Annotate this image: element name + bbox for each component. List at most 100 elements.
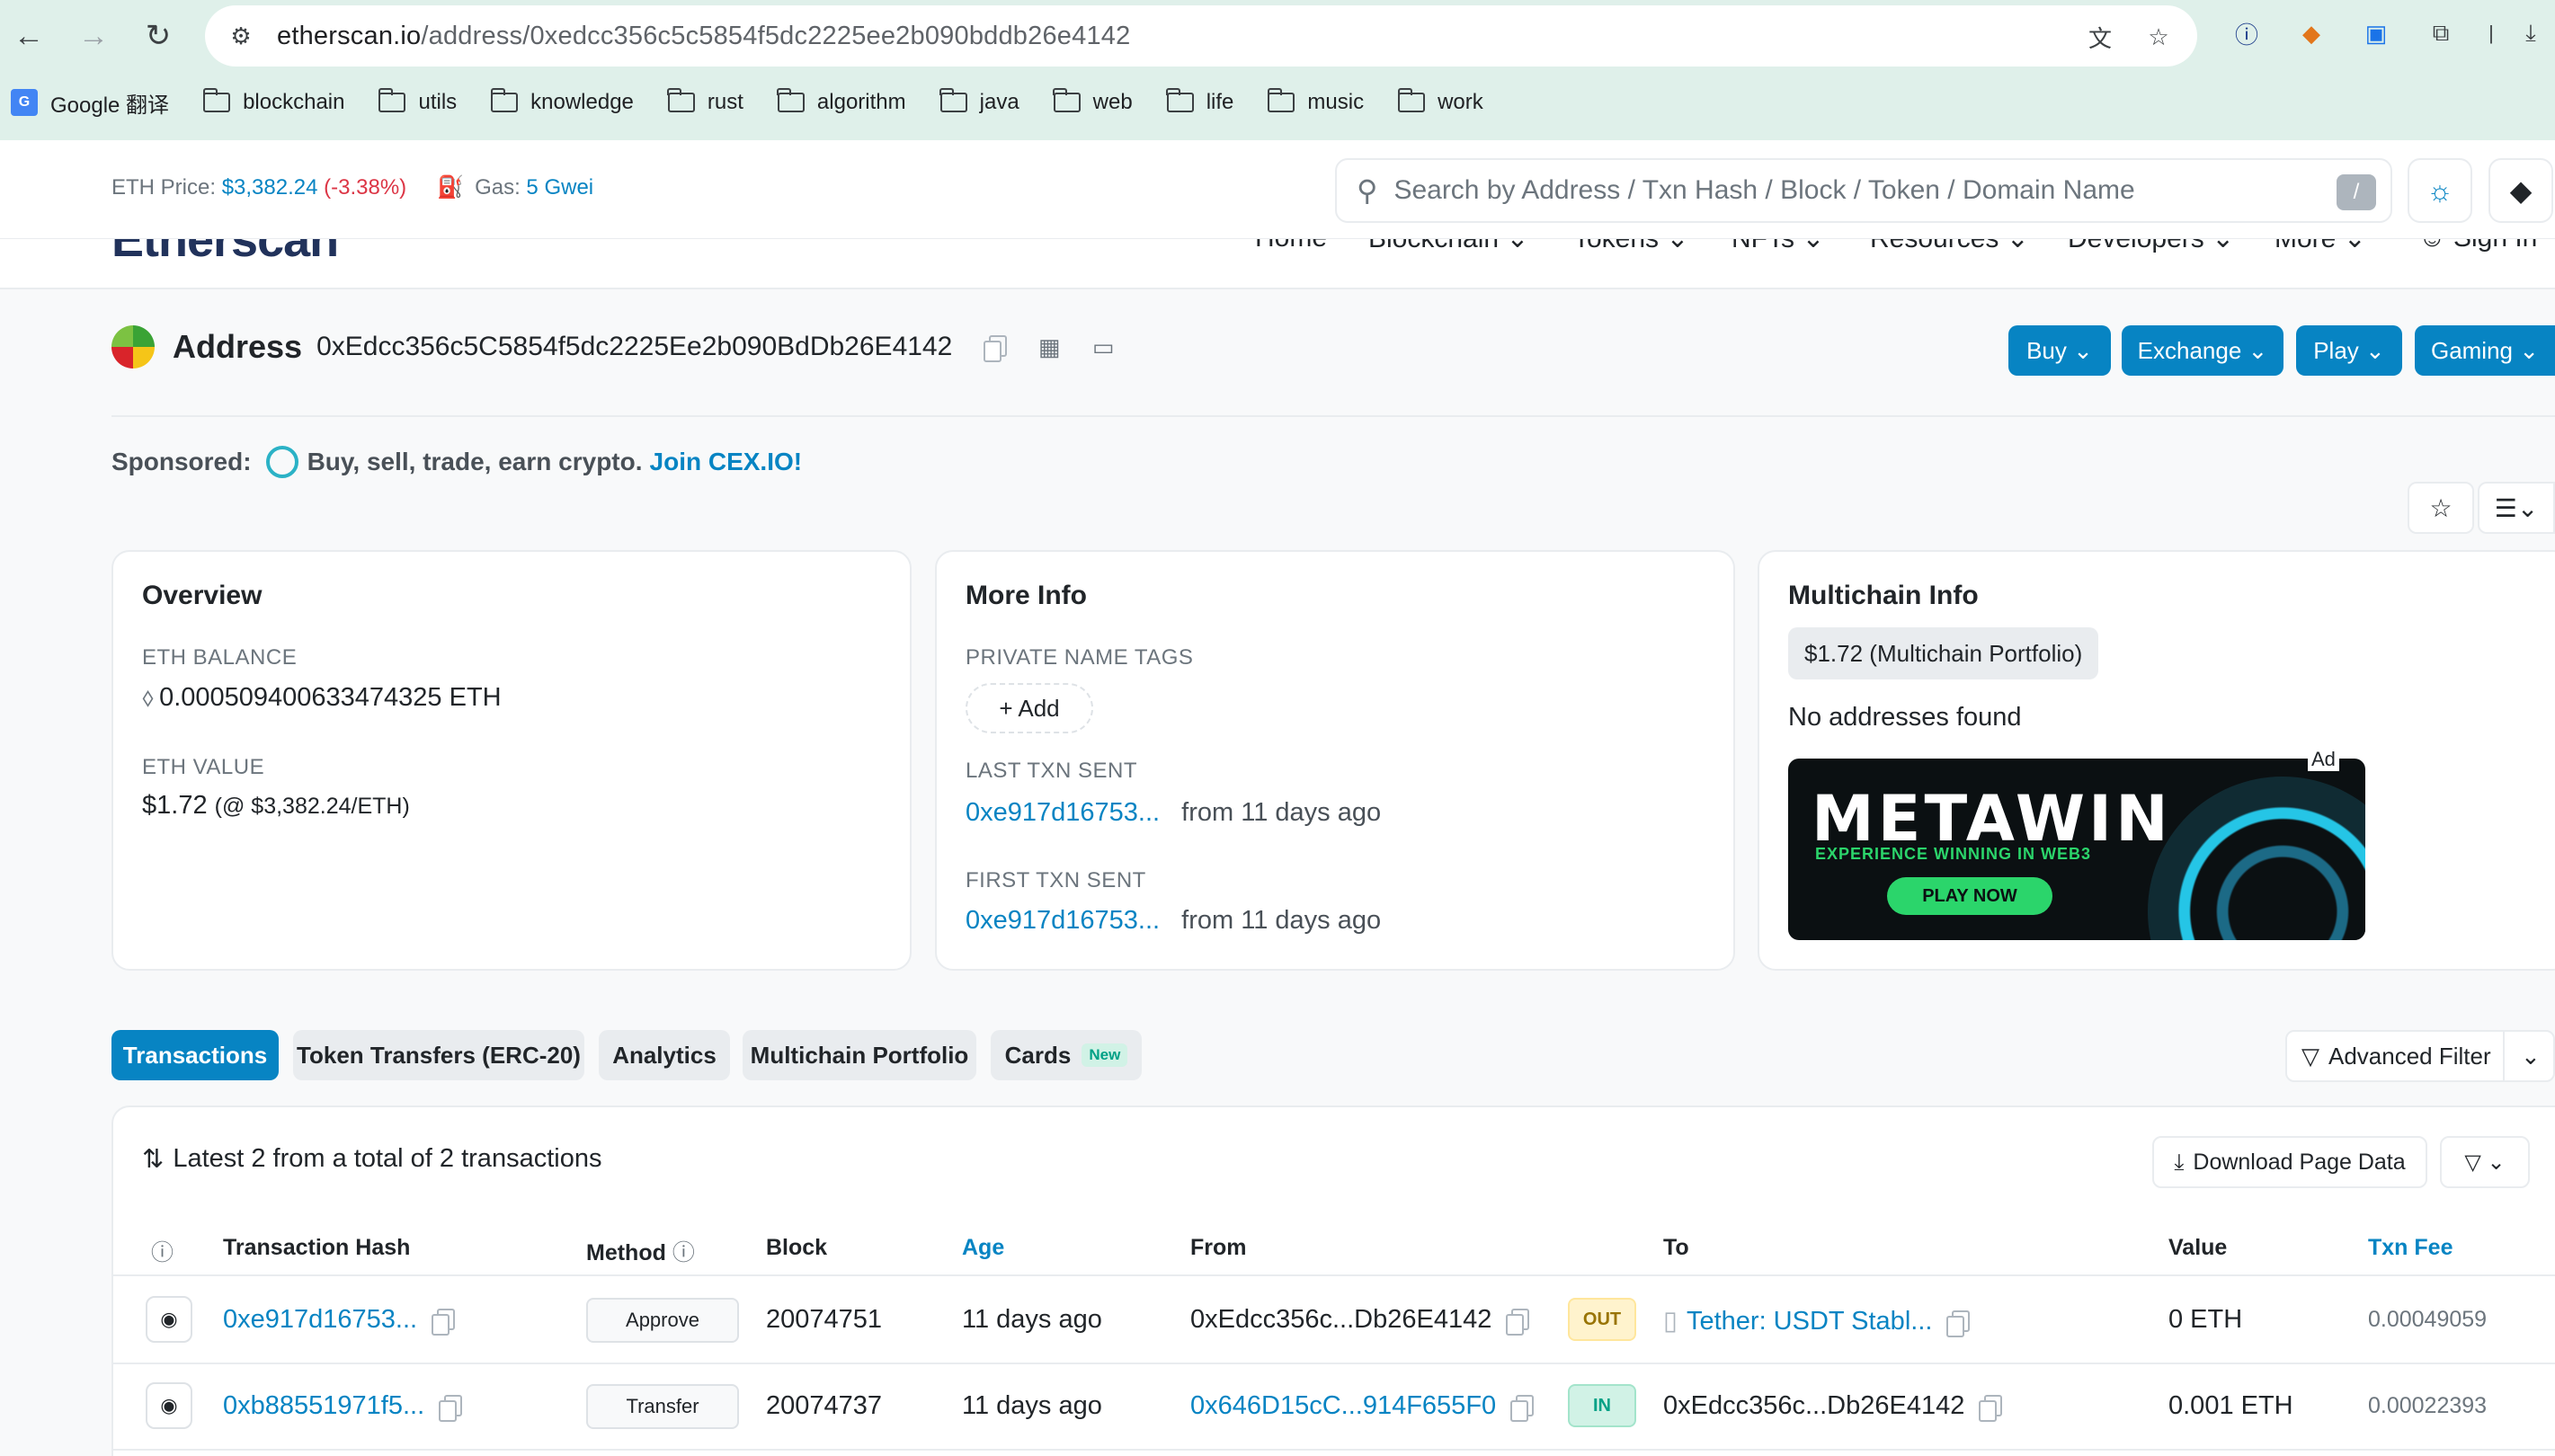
th-block: Block bbox=[766, 1235, 828, 1260]
th-method-label: Method bbox=[586, 1240, 666, 1265]
bookmark-label: utils bbox=[418, 90, 458, 114]
nav-tokens[interactable]: Tokens ⌄ bbox=[1573, 239, 1689, 254]
folder-icon bbox=[939, 88, 967, 112]
nav-developers[interactable]: Developers ⌄ bbox=[2068, 239, 2234, 254]
folder-icon bbox=[378, 88, 406, 112]
nav-home[interactable]: Home bbox=[1255, 239, 1327, 253]
last-txn-hash-link[interactable]: 0xe917d16753... bbox=[966, 798, 1160, 827]
tab-cards[interactable]: Cards New bbox=[991, 1030, 1142, 1080]
tab-multichain-portfolio[interactable]: Multichain Portfolio bbox=[743, 1030, 976, 1080]
tab-transactions[interactable]: Transactions bbox=[111, 1030, 279, 1080]
bookmark-label: Google 翻译 bbox=[50, 93, 170, 118]
reload-icon[interactable]: ↻ bbox=[135, 13, 182, 59]
exchange-button[interactable]: Exchange ⌄ bbox=[2122, 325, 2283, 376]
nav-blockchain[interactable]: Blockchain ⌄ bbox=[1368, 239, 1529, 254]
th-from: From bbox=[1190, 1235, 1247, 1260]
buy-button[interactable]: Buy ⌄ bbox=[2008, 325, 2111, 376]
table-filter-button[interactable]: ▽ ⌄ bbox=[2440, 1136, 2530, 1188]
tab-token-transfers[interactable]: Token Transfers (ERC-20) bbox=[293, 1030, 584, 1080]
bookmark-google-translate[interactable]: G Google 翻译 bbox=[11, 87, 169, 119]
bookmark-music[interactable]: music bbox=[1267, 88, 1364, 115]
nav-more[interactable]: More ⌄ bbox=[2275, 239, 2366, 254]
txn-hash-link[interactable]: 0xb88551971f5... bbox=[223, 1391, 424, 1420]
bookmark-work[interactable]: work bbox=[1397, 88, 1483, 115]
metamask-extension-icon[interactable]: ◆ bbox=[2294, 16, 2328, 50]
etherscan-logo[interactable]: Etherscan bbox=[111, 239, 339, 268]
to-address-link[interactable]: Tether: USDT Stabl... bbox=[1687, 1307, 1932, 1336]
favorite-button[interactable]: ☆ bbox=[2408, 482, 2474, 534]
bookmark-web[interactable]: web bbox=[1053, 88, 1133, 115]
copy-icon[interactable] bbox=[1946, 1310, 1971, 1338]
button-divider bbox=[2503, 1032, 2505, 1080]
bookmark-blockchain[interactable]: blockchain bbox=[202, 88, 344, 115]
filter-icon: ▽ bbox=[2301, 1042, 2319, 1070]
address-bar[interactable]: ⚙ etherscan.io/address/0xedcc356c5c5854f… bbox=[205, 5, 2197, 67]
1password-extension-icon[interactable]: ⓘ bbox=[2230, 16, 2264, 50]
back-icon[interactable]: ← bbox=[5, 13, 52, 59]
nav-sign-in[interactable]: ☺ Sign In bbox=[2418, 239, 2537, 253]
block-link[interactable]: 20074737 bbox=[766, 1391, 882, 1421]
bookmark-star-icon[interactable]: ☆ bbox=[2142, 21, 2175, 53]
network-button[interactable]: ◆ bbox=[2488, 158, 2553, 223]
block-link[interactable]: 20074751 bbox=[766, 1305, 882, 1335]
bookmark-java[interactable]: java bbox=[939, 88, 1019, 115]
forward-icon[interactable]: → bbox=[70, 13, 117, 59]
bookmark-label: java bbox=[979, 90, 1019, 114]
view-options-button[interactable]: ☰⌄ bbox=[2478, 482, 2555, 534]
download-icon[interactable]: ⤓ bbox=[2514, 16, 2548, 50]
exchange-label: Exchange bbox=[2137, 336, 2242, 364]
th-txn-fee-toggle[interactable]: Txn Fee bbox=[2368, 1235, 2453, 1261]
bookmark-life[interactable]: life bbox=[1166, 88, 1233, 115]
copy-icon[interactable] bbox=[1506, 1309, 1530, 1336]
eye-icon[interactable]: ◉ bbox=[146, 1382, 192, 1429]
section-divider bbox=[111, 415, 2555, 417]
metawin-ad[interactable]: METAWIN EXPERIENCE WINNING IN WEB3 PLAY … bbox=[1788, 759, 2365, 940]
qr-code-icon[interactable]: ▦ bbox=[1031, 329, 1067, 365]
advanced-filter-button[interactable]: ▽ Advanced Filter ⌄ bbox=[2285, 1030, 2555, 1082]
first-txn-hash-link[interactable]: 0xe917d16753... bbox=[966, 906, 1160, 935]
theme-toggle-button[interactable]: ☼ bbox=[2408, 158, 2472, 223]
copy-icon[interactable] bbox=[1510, 1395, 1535, 1423]
multichain-portfolio-chip[interactable]: $1.72 (Multichain Portfolio) bbox=[1788, 627, 2099, 679]
direction-in-badge: IN bbox=[1568, 1384, 1636, 1427]
download-page-data-button[interactable]: ⤓ Download Page Data bbox=[2152, 1136, 2427, 1188]
copy-icon[interactable] bbox=[432, 1309, 456, 1336]
filter-icon: ▽ ⌄ bbox=[2464, 1150, 2506, 1175]
txn-hash-link[interactable]: 0xe917d16753... bbox=[223, 1305, 417, 1334]
comment-icon[interactable]: ▭ bbox=[1085, 329, 1121, 365]
nav-label: NFTs bbox=[1732, 239, 1794, 253]
play-button[interactable]: Play ⌄ bbox=[2296, 325, 2402, 376]
chevron-down-icon[interactable]: ⌄ bbox=[2521, 1043, 2541, 1070]
help-icon[interactable]: ⓘ bbox=[151, 1235, 174, 1267]
tab-analytics[interactable]: Analytics bbox=[599, 1030, 730, 1080]
copy-icon[interactable] bbox=[977, 329, 1013, 365]
nav-nfts[interactable]: NFTs ⌄ bbox=[1732, 239, 1824, 254]
eye-icon[interactable]: ◉ bbox=[146, 1296, 192, 1343]
extension-icon[interactable]: ▣ bbox=[2359, 16, 2393, 50]
nav-resources[interactable]: Resources ⌄ bbox=[1870, 239, 2029, 254]
bookmark-rust[interactable]: rust bbox=[667, 88, 743, 115]
puzzle-extensions-icon[interactable]: ⧉ bbox=[2424, 16, 2458, 50]
ad-play-now-button[interactable]: PLAY NOW bbox=[1887, 877, 2052, 915]
bookmark-knowledge[interactable]: knowledge bbox=[490, 88, 634, 115]
site-settings-icon[interactable]: ⚙ bbox=[223, 18, 259, 54]
url-text[interactable]: etherscan.io/address/0xedcc356c5c5854f5d… bbox=[277, 22, 1130, 51]
gas-value[interactable]: 5 Gwei bbox=[526, 175, 593, 200]
eth-price-value[interactable]: $3,382.24 bbox=[222, 175, 318, 200]
bookmark-algorithm[interactable]: algorithm bbox=[777, 88, 906, 115]
gaming-button[interactable]: Gaming ⌄ bbox=[2415, 325, 2555, 376]
nav-label: Sign In bbox=[2453, 239, 2537, 253]
sun-icon: ☼ bbox=[2426, 173, 2453, 207]
from-address-link[interactable]: 0x646D15cC...914F655F0 bbox=[1190, 1391, 1496, 1420]
bookmark-utils[interactable]: utils bbox=[378, 88, 458, 115]
copy-icon[interactable] bbox=[439, 1395, 463, 1423]
help-icon[interactable]: ⓘ bbox=[672, 1240, 695, 1265]
bookmark-label: work bbox=[1438, 90, 1483, 114]
translate-icon[interactable]: 文 bbox=[2084, 21, 2116, 53]
address-avatar bbox=[111, 325, 155, 368]
copy-icon[interactable] bbox=[1979, 1395, 2003, 1423]
sponsored-cta-link[interactable]: Join CEX.IO! bbox=[650, 448, 803, 476]
search-input[interactable]: ⚲ Search by Address / Txn Hash / Block /… bbox=[1335, 158, 2392, 223]
add-name-tag-button[interactable]: + Add bbox=[966, 683, 1093, 733]
th-age-toggle[interactable]: Age bbox=[962, 1235, 1004, 1261]
